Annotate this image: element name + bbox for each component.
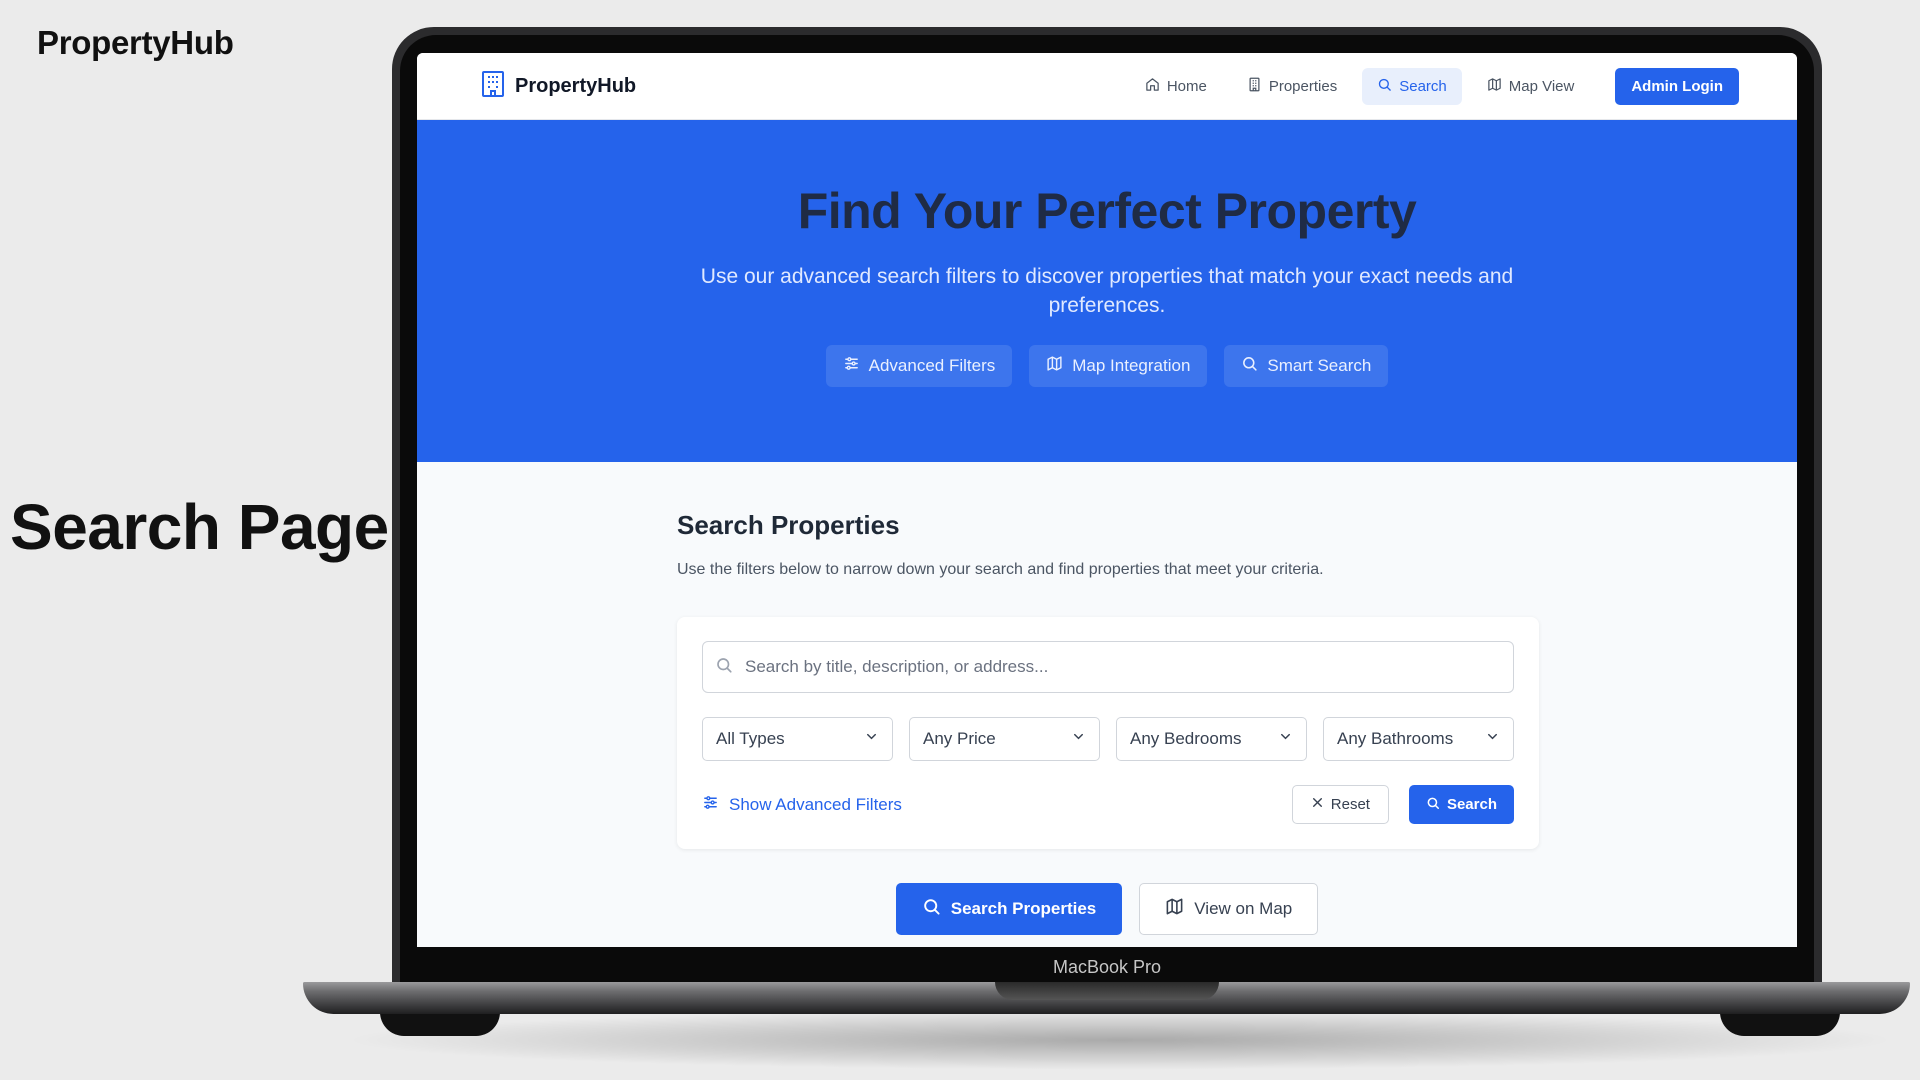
nav-item-search[interactable]: Search <box>1362 67 1462 105</box>
chevron-down-icon <box>864 729 879 749</box>
view-on-map-button[interactable]: View on Map <box>1139 883 1319 935</box>
chip-label: Map Integration <box>1072 356 1191 375</box>
chip-smart-search[interactable]: Smart Search <box>1224 345 1389 387</box>
nav-item-label: Search <box>1399 77 1447 95</box>
select-value: Any Bedrooms <box>1130 729 1242 748</box>
hero-feature-chips: Advanced Filters Map Integration Smart S… <box>417 345 1797 387</box>
search-properties-button[interactable]: Search Properties <box>895 883 1123 935</box>
nav-item-label: Map View <box>1508 77 1575 95</box>
sliders-icon <box>843 355 860 377</box>
chip-label: Advanced Filters <box>868 356 996 375</box>
filter-selects: All Types Any Price Any Bedrooms Any Bat… <box>702 717 1514 761</box>
bottom-actions: Search Properties View on Map <box>417 883 1797 935</box>
chip-map-integration[interactable]: Map Integration <box>1029 345 1208 387</box>
laptop-shadow <box>340 1010 1900 1070</box>
slide-page-label: Search Page <box>10 491 389 563</box>
chevron-down-icon <box>1485 729 1500 749</box>
building-icon <box>1247 77 1262 96</box>
search-section-title: Search Properties <box>677 510 900 540</box>
secondary-button-label: View on Map <box>1194 899 1293 918</box>
filter-buttons: Reset Search <box>1291 785 1514 824</box>
search-section: Search Properties Use the filters below … <box>417 462 1797 935</box>
search-section-description: Use the filters below to narrow down you… <box>677 561 1324 578</box>
property-type-select[interactable]: All Types <box>702 717 893 761</box>
select-value: Any Price <box>923 729 996 748</box>
nav-menu: Home Properties Search Map View Admin Lo… <box>1130 67 1739 105</box>
map-icon <box>1165 897 1184 921</box>
search-icon <box>1377 77 1392 96</box>
chip-advanced-filters[interactable]: Advanced Filters <box>825 345 1013 387</box>
primary-button-label: Search Properties <box>950 899 1097 918</box>
laptop-foot <box>380 1012 500 1036</box>
search-icon <box>1241 355 1258 377</box>
search-input-wrapper <box>702 641 1514 693</box>
home-icon <box>1145 77 1160 96</box>
sliders-icon <box>702 794 719 816</box>
hero-title: Find Your Perfect Property <box>797 183 1417 239</box>
reset-button[interactable]: Reset <box>1291 785 1389 824</box>
search-button[interactable]: Search <box>1408 785 1514 824</box>
bedrooms-select[interactable]: Any Bedrooms <box>1116 717 1307 761</box>
top-navbar: PropertyHub Home Properties Search Map V… <box>417 53 1797 120</box>
search-input[interactable] <box>745 657 1505 677</box>
nav-item-map-view[interactable]: Map View <box>1472 68 1590 105</box>
nav-item-home[interactable]: Home <box>1130 68 1222 105</box>
price-select[interactable]: Any Price <box>909 717 1100 761</box>
site-logo[interactable]: PropertyHub <box>481 70 636 103</box>
chip-label: Smart Search <box>1267 356 1372 375</box>
map-icon <box>1046 355 1063 377</box>
bathrooms-select[interactable]: Any Bathrooms <box>1323 717 1514 761</box>
search-icon <box>922 897 941 921</box>
search-icon <box>1426 796 1440 814</box>
nav-item-properties[interactable]: Properties <box>1232 68 1352 105</box>
search-filter-card: All Types Any Price Any Bedrooms Any Bat… <box>677 617 1539 849</box>
select-value: All Types <box>716 729 785 748</box>
reset-label: Reset <box>1330 796 1370 813</box>
show-advanced-filters-link[interactable]: Show Advanced Filters <box>702 794 902 816</box>
filter-card-actions: Show Advanced Filters Reset Search <box>702 785 1514 824</box>
map-icon <box>1487 77 1502 96</box>
search-label: Search <box>1446 796 1497 813</box>
hero-subtitle: Use our advanced search filters to disco… <box>700 265 1514 317</box>
select-value: Any Bathrooms <box>1337 729 1454 748</box>
laptop-notch <box>995 982 1219 1000</box>
device-label: MacBook Pro <box>1052 957 1162 977</box>
search-icon <box>715 656 733 679</box>
hero-banner: Find Your Perfect Property Use our advan… <box>417 120 1797 462</box>
chevron-down-icon <box>1071 729 1086 749</box>
slide-brand-title: PropertyHub <box>37 24 234 61</box>
close-icon <box>1311 796 1324 813</box>
building-logo-icon <box>481 70 505 103</box>
logo-text: PropertyHub <box>515 74 637 97</box>
admin-login-button[interactable]: Admin Login <box>1615 67 1739 105</box>
browser-screen: PropertyHub Home Properties Search Map V… <box>417 53 1797 947</box>
nav-item-label: Properties <box>1268 77 1338 95</box>
chevron-down-icon <box>1278 729 1293 749</box>
advanced-link-label: Show Advanced Filters <box>729 794 902 814</box>
laptop-foot <box>1720 1012 1840 1036</box>
nav-item-label: Home <box>1166 77 1207 95</box>
